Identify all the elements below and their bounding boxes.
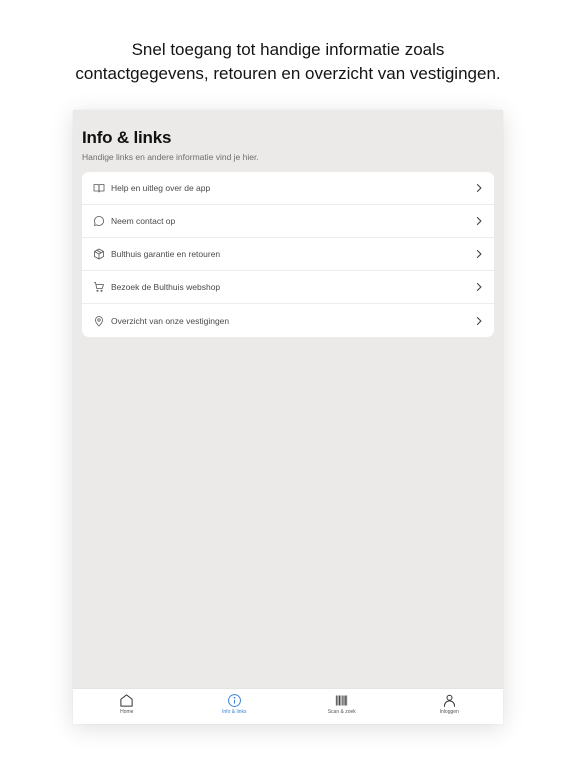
tab-home[interactable]: Home <box>73 689 181 724</box>
caption-line-1: Snel toegang tot handige informatie zoal… <box>131 40 445 59</box>
menu-item-contact[interactable]: Neem contact op <box>82 205 494 238</box>
menu-item-help[interactable]: Help en uitleg over de app <box>82 172 494 205</box>
tab-label: Info & links <box>222 709 247 715</box>
menu-item-label: Help en uitleg over de app <box>111 183 211 193</box>
chevron-right-icon <box>474 182 484 194</box>
user-icon <box>441 692 457 708</box>
tab-info-links[interactable]: Info & links <box>181 689 289 724</box>
chevron-right-icon <box>474 215 484 227</box>
tab-label: Inloggen <box>439 709 459 715</box>
package-icon <box>92 248 105 261</box>
cart-icon <box>92 281 105 294</box>
info-icon <box>226 692 242 708</box>
menu-item-label: Neem contact op <box>111 216 176 226</box>
menu-item-warranty-returns[interactable]: Bulthuis garantie en retouren <box>82 238 494 271</box>
menu-item-label: Bulthuis garantie en retouren <box>111 249 221 259</box>
app-screen: Info & links Handige links en andere inf… <box>73 110 503 724</box>
tab-login[interactable]: Inloggen <box>396 689 504 724</box>
bottom-tab-bar: Home Info & links Scan & zoek Inloggen <box>73 688 503 724</box>
tab-label: Home <box>120 709 134 715</box>
location-pin-icon <box>92 314 105 327</box>
home-icon <box>119 692 135 708</box>
tab-scan-search[interactable]: Scan & zoek <box>288 689 396 724</box>
chevron-right-icon <box>474 281 484 293</box>
page-title: Info & links <box>82 128 172 147</box>
menu-item-webshop[interactable]: Bezoek de Bulthuis webshop <box>82 271 494 304</box>
menu-item-locations[interactable]: Overzicht van onze vestigingen <box>82 304 494 337</box>
chevron-right-icon <box>474 248 484 260</box>
links-card: Help en uitleg over de app Neem contact … <box>82 172 494 337</box>
menu-item-label: Bezoek de Bulthuis webshop <box>111 282 221 292</box>
chevron-right-icon <box>474 315 484 327</box>
barcode-icon <box>334 692 350 708</box>
promo-caption: Snel toegang tot handige informatie zoal… <box>0 38 576 86</box>
caption-line-2: contactgegevens, retouren en overzicht v… <box>75 64 501 83</box>
menu-item-label: Overzicht van onze vestigingen <box>111 315 230 326</box>
chat-bubble-icon <box>92 215 105 228</box>
book-icon <box>92 182 105 195</box>
page-subtitle: Handige links en andere informatie vind … <box>82 152 259 162</box>
tab-label: Scan & zoek <box>327 709 356 715</box>
